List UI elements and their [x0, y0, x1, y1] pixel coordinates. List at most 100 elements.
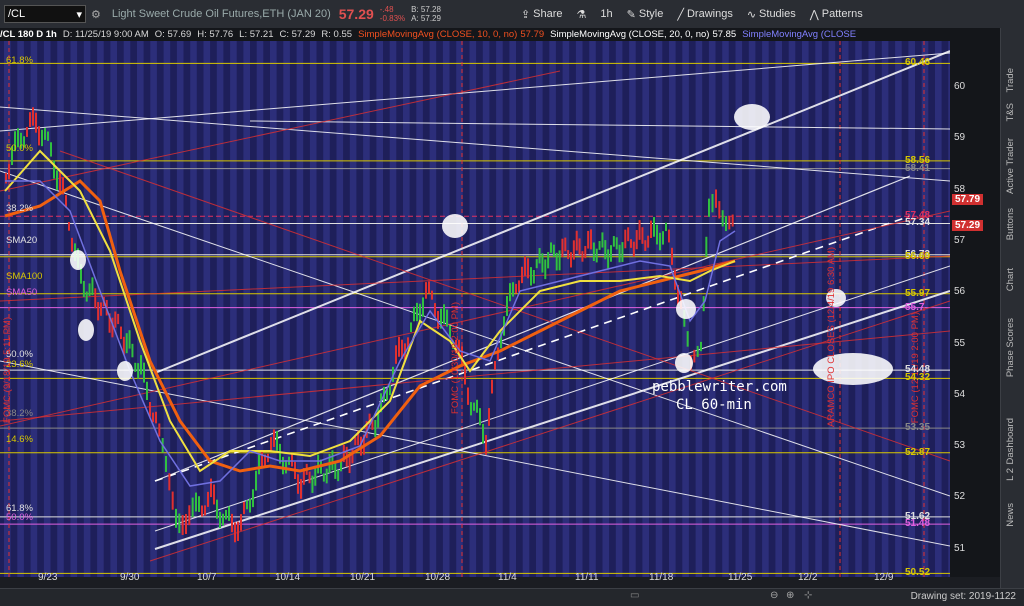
- style-button[interactable]: ✎ Style: [627, 8, 664, 21]
- price-bar: [476, 399, 478, 413]
- price-bar: [273, 429, 275, 447]
- price-bar: [488, 408, 490, 426]
- price-bar: [308, 471, 311, 484]
- sidebar-tab[interactable]: News: [1005, 503, 1016, 527]
- session-stripe: [243, 41, 250, 577]
- price-bar: [541, 253, 544, 273]
- price-bar: [615, 237, 618, 250]
- percent-change: -0.83%: [379, 14, 406, 23]
- level-label: 50.0%: [6, 512, 33, 523]
- session-stripe: [83, 41, 91, 577]
- time-axis[interactable]: 9/23 9/30 10/7 10/14 10/21 10/28 11/4 11/11 11/1…: [0, 570, 950, 586]
- price-bar: [240, 514, 242, 531]
- sidebar-tab[interactable]: Active Trader: [1005, 138, 1016, 194]
- session-stripe: [349, 41, 357, 577]
- price-chart[interactable]: 61.8% 50.0% 38.2% SMA20 SMA100 SMA50 50.0% 23.6…: [0, 41, 955, 577]
- price-bar: [201, 505, 203, 517]
- session-stripe: [669, 41, 676, 577]
- last-price: 57.29: [338, 6, 374, 22]
- sidebar-tab[interactable]: Phase Scores: [1005, 318, 1016, 377]
- price-bar: [561, 238, 564, 258]
- price-bar: [425, 282, 427, 299]
- price-bar: [601, 232, 604, 248]
- price-bar: [443, 304, 445, 324]
- price-bar: [410, 322, 412, 333]
- crosshair-icon[interactable]: ⊹: [804, 590, 812, 601]
- price-bar: [100, 302, 102, 316]
- price-axis[interactable]: 60 59 58 57 56 55 54 53 52 51 60.46 58.56 58.41 57.48…: [905, 41, 1000, 578]
- drawing-set-label[interactable]: Drawing set: 2019-1122: [911, 591, 1016, 602]
- price-flag: 57.29: [952, 220, 984, 232]
- session-stripe: [589, 41, 596, 577]
- price-bar: [521, 266, 523, 284]
- sidebar-tab[interactable]: Buttons: [1005, 208, 1016, 240]
- price-bar: [94, 288, 97, 309]
- zoom-out-icon[interactable]: ⊖: [770, 590, 778, 601]
- chart-canvas[interactable]: [0, 41, 955, 577]
- price-bar: [50, 142, 52, 157]
- sidebar-tab[interactable]: Dashboard: [1005, 418, 1016, 464]
- sma20-label[interactable]: SimpleMovingAvg (CLOSE, 20, 0, no): [550, 29, 709, 40]
- bid-price: B: 57.28: [411, 5, 441, 14]
- drawings-button[interactable]: ╱ Drawings: [677, 8, 732, 21]
- share-button[interactable]: ⇪ Share: [521, 8, 563, 21]
- timeframe-button[interactable]: 1h: [600, 8, 612, 20]
- sidebar-tab[interactable]: Chart: [1005, 268, 1016, 291]
- symbol-input[interactable]: /CL ▾: [4, 5, 86, 23]
- dropdown-icon[interactable]: ▾: [76, 8, 82, 21]
- patterns-button[interactable]: ⋀ Patterns: [810, 8, 863, 21]
- session-stripe: [549, 41, 556, 577]
- price-bar: [325, 468, 328, 484]
- price-bar: [68, 222, 70, 231]
- session-stripe: [868, 41, 876, 577]
- price-bar: [134, 362, 137, 372]
- price-bar: [721, 210, 724, 227]
- sidebar-tab[interactable]: L 2: [1005, 468, 1016, 481]
- price-bar: [114, 311, 117, 328]
- studies-icon: ∿: [746, 8, 757, 21]
- scroll-handle[interactable]: ▭: [630, 590, 639, 601]
- price-tick: 51: [954, 542, 966, 554]
- sma-next-label[interactable]: SimpleMovingAvg (CLOSE: [742, 29, 856, 40]
- event-label: FOMC (9/18/19 5:11 PM): [2, 317, 13, 424]
- session-stripe: [482, 41, 490, 577]
- sidebar-tab[interactable]: Trade: [1005, 68, 1016, 92]
- price-bar: [550, 242, 552, 253]
- price-bar: [249, 498, 251, 513]
- chart-info-bar: /CL 180 D 1h D: 11/25/19 9:00 AM O: 57.6…: [0, 28, 1000, 41]
- price-bar: [705, 236, 708, 257]
- symbol-text: /CL: [8, 8, 26, 20]
- price-bar: [647, 235, 650, 248]
- sidebar-tab[interactable]: T&S: [1005, 103, 1016, 121]
- price-bar: [461, 346, 463, 366]
- price-bar: [219, 511, 221, 529]
- sma20-value: 57.85: [712, 29, 737, 40]
- gear-icon[interactable]: ⚙: [91, 8, 101, 21]
- flask-icon[interactable]: ⚗: [577, 8, 587, 21]
- price-bar: [282, 456, 284, 475]
- price-flag: 54.32: [905, 372, 931, 384]
- price-bar: [584, 245, 587, 259]
- sma10-label[interactable]: SimpleMovingAvg (CLOSE, 10, 0, no): [358, 29, 517, 40]
- price-bar: [258, 454, 260, 475]
- highlight-ellipse: [442, 214, 468, 238]
- session-stripe: [137, 41, 144, 577]
- price-bar: [276, 431, 278, 451]
- price-bar: [479, 408, 481, 426]
- price-bar: [300, 478, 302, 499]
- price-bar: [317, 454, 320, 474]
- price-bar: [696, 345, 699, 357]
- price-tick: 57: [954, 234, 966, 246]
- price-bar: [255, 470, 257, 491]
- price-bar: [322, 473, 325, 482]
- price-bar: [662, 231, 664, 245]
- zoom-in-icon[interactable]: ⊕: [786, 590, 794, 601]
- date-tick: 11/11: [575, 572, 599, 583]
- price-bar: [117, 313, 120, 325]
- session-stripe: [615, 41, 623, 577]
- studies-button[interactable]: ∿ Studies: [747, 8, 796, 21]
- level-label: SMA50: [6, 287, 38, 298]
- price-bar: [237, 521, 239, 541]
- right-sidebar: Trade T&S Active Trader Buttons Chart Phase S…: [1000, 28, 1024, 588]
- session-stripe: [57, 41, 64, 577]
